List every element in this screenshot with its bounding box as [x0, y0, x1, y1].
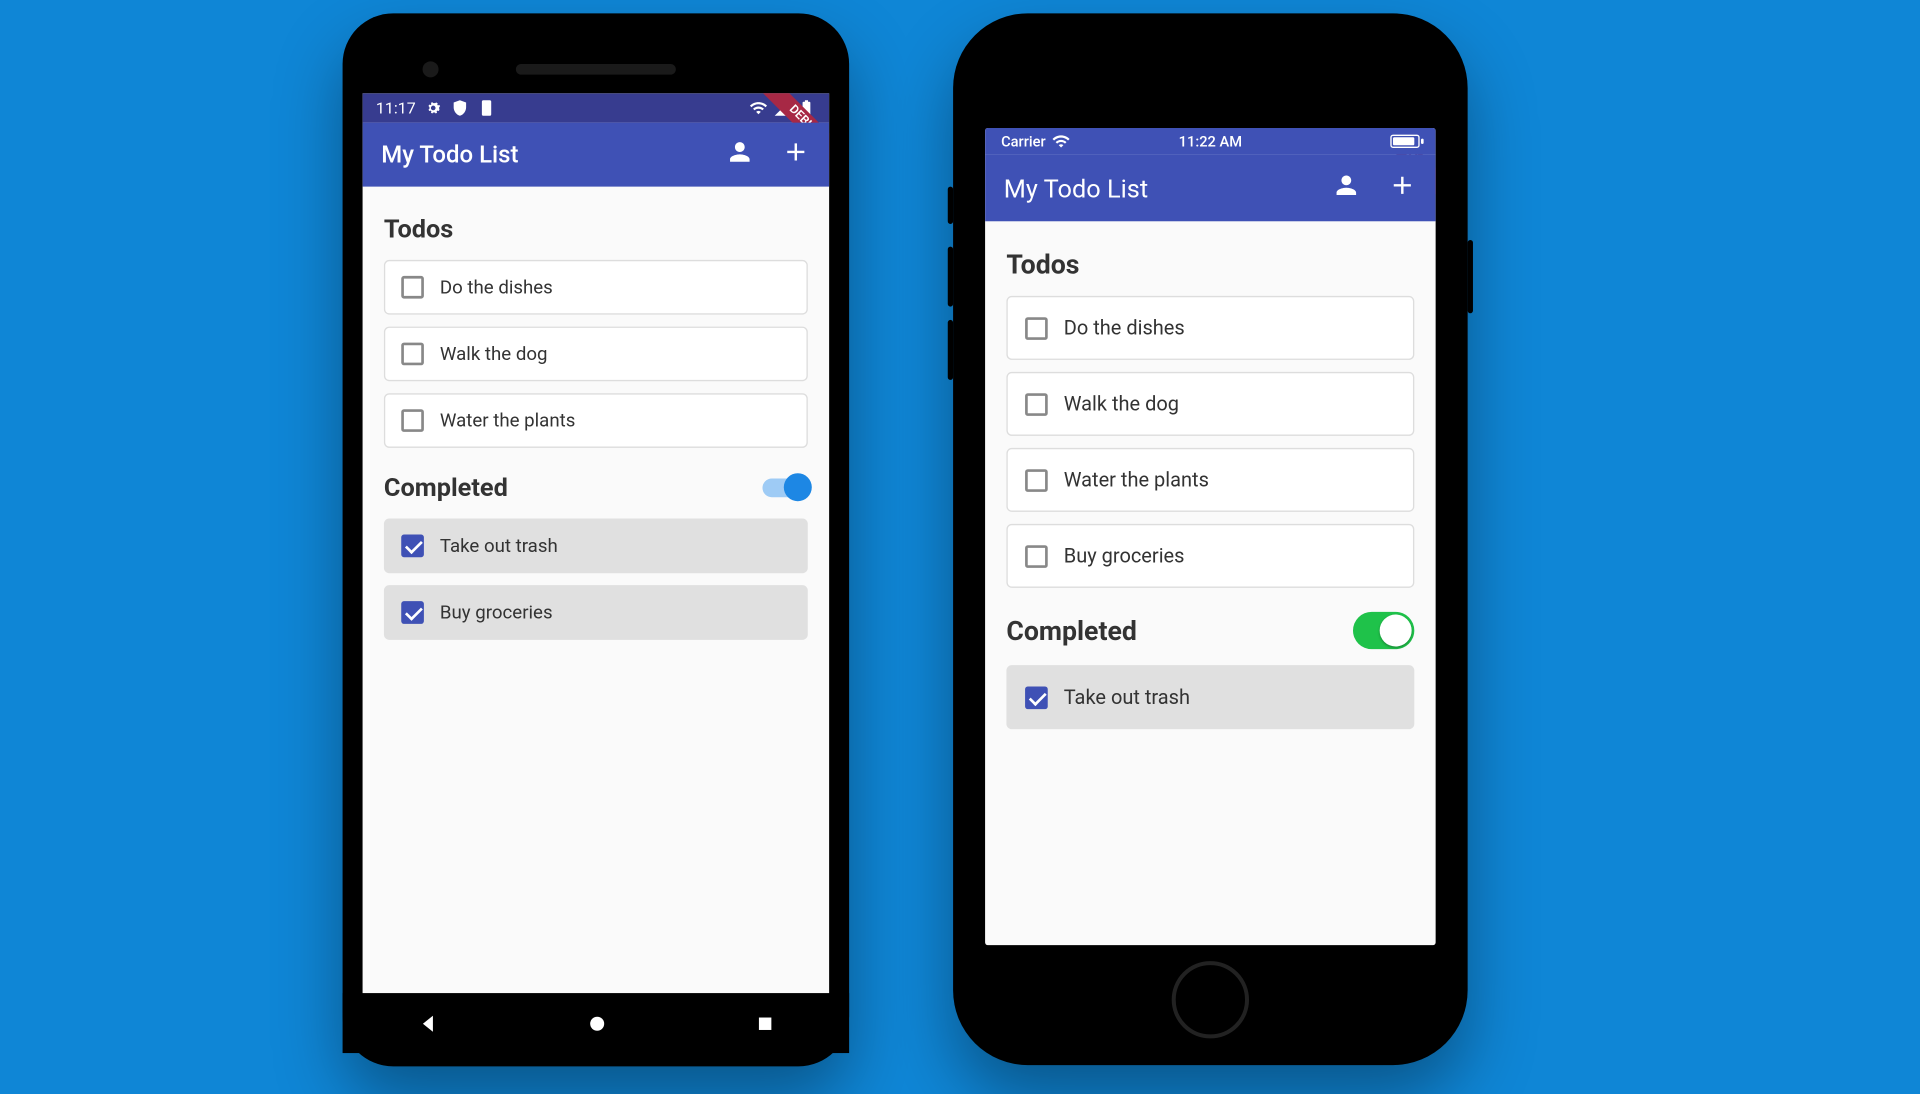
completed-toggle[interactable]	[762, 478, 807, 497]
status-time: 11:17	[376, 99, 416, 118]
clipboard-icon	[477, 99, 496, 118]
checkbox-checked[interactable]	[1025, 686, 1048, 709]
todos-heading: Todos	[1006, 248, 1414, 280]
checkbox[interactable]	[1025, 317, 1048, 340]
todo-item[interactable]: Water the plants	[384, 393, 808, 448]
ios-screen: Carrier 11:22 AM My Todo List T	[985, 128, 1436, 945]
content-area: Todos Do the dishes Walk the dog Water t…	[985, 221, 1436, 945]
todo-label: Buy groceries	[1064, 544, 1185, 568]
recent-icon[interactable]	[755, 1012, 776, 1033]
gear-icon	[424, 99, 443, 118]
todo-label: Water the plants	[1064, 468, 1209, 492]
todo-label: Do the dishes	[1064, 316, 1185, 340]
todo-label: Take out trash	[1064, 685, 1190, 709]
todo-label: Water the plants	[440, 410, 575, 431]
shield-icon	[450, 99, 469, 118]
person-icon	[1332, 171, 1361, 200]
app-bar: My Todo List	[363, 123, 830, 187]
completed-heading: Completed	[384, 472, 508, 503]
profile-button[interactable]	[1332, 171, 1361, 206]
checkbox[interactable]	[1025, 545, 1048, 568]
checkbox[interactable]	[401, 343, 424, 366]
add-button[interactable]	[781, 137, 810, 172]
todo-label: Walk the dog	[1064, 392, 1179, 416]
todo-label: Do the dishes	[440, 277, 553, 298]
signal-icon	[773, 99, 792, 118]
app-title: My Todo List	[381, 141, 725, 169]
android-screen: 11:17 My Todo List	[363, 93, 830, 993]
content-area: Todos Do the dishes Walk the dog Water t…	[363, 187, 830, 993]
todo-item[interactable]: Walk the dog	[384, 327, 808, 382]
home-button[interactable]	[1172, 961, 1249, 1038]
todo-item[interactable]: Do the dishes	[384, 260, 808, 315]
completed-heading: Completed	[1006, 615, 1136, 647]
android-nav-bar	[343, 993, 850, 1053]
checkbox[interactable]	[401, 409, 424, 432]
app-bar: My Todo List	[985, 155, 1436, 222]
checkbox[interactable]	[401, 276, 424, 299]
back-icon[interactable]	[415, 1011, 439, 1035]
battery-icon	[797, 99, 816, 118]
checkbox-checked[interactable]	[401, 535, 424, 558]
todo-item[interactable]: Do the dishes	[1006, 296, 1414, 360]
todo-item[interactable]: Water the plants	[1006, 448, 1414, 512]
todos-heading: Todos	[384, 213, 808, 244]
person-icon	[725, 137, 754, 166]
completed-toggle[interactable]	[1353, 612, 1414, 649]
todo-label: Take out trash	[440, 535, 558, 556]
profile-button[interactable]	[725, 137, 754, 172]
todo-item-completed[interactable]: Buy groceries	[384, 585, 808, 640]
add-button[interactable]	[1388, 171, 1417, 206]
android-device-frame: 11:17 My Todo List	[343, 13, 850, 1066]
home-icon[interactable]	[585, 1011, 609, 1035]
battery-icon	[1390, 135, 1419, 148]
todo-label: Buy groceries	[440, 602, 553, 623]
checkbox[interactable]	[1025, 469, 1048, 492]
todo-label: Walk the dog	[440, 343, 548, 364]
plus-icon	[1388, 171, 1417, 200]
status-time: 11:22 AM	[1179, 133, 1242, 150]
wifi-icon	[1052, 132, 1071, 151]
todo-item-completed[interactable]: Take out trash	[1006, 665, 1414, 729]
app-title: My Todo List	[1004, 173, 1332, 204]
todo-item[interactable]: Walk the dog	[1006, 372, 1414, 436]
ios-status-bar: Carrier 11:22 AM	[985, 128, 1436, 155]
android-status-bar: 11:17	[363, 93, 830, 122]
checkbox-checked[interactable]	[401, 601, 424, 624]
ios-device-frame: Carrier 11:22 AM My Todo List T	[953, 13, 1468, 1065]
status-carrier: Carrier	[1001, 133, 1046, 150]
todo-item-completed[interactable]: Take out trash	[384, 519, 808, 574]
wifi-icon	[749, 99, 768, 118]
todo-item[interactable]: Buy groceries	[1006, 524, 1414, 588]
checkbox[interactable]	[1025, 393, 1048, 416]
plus-icon	[781, 137, 810, 166]
